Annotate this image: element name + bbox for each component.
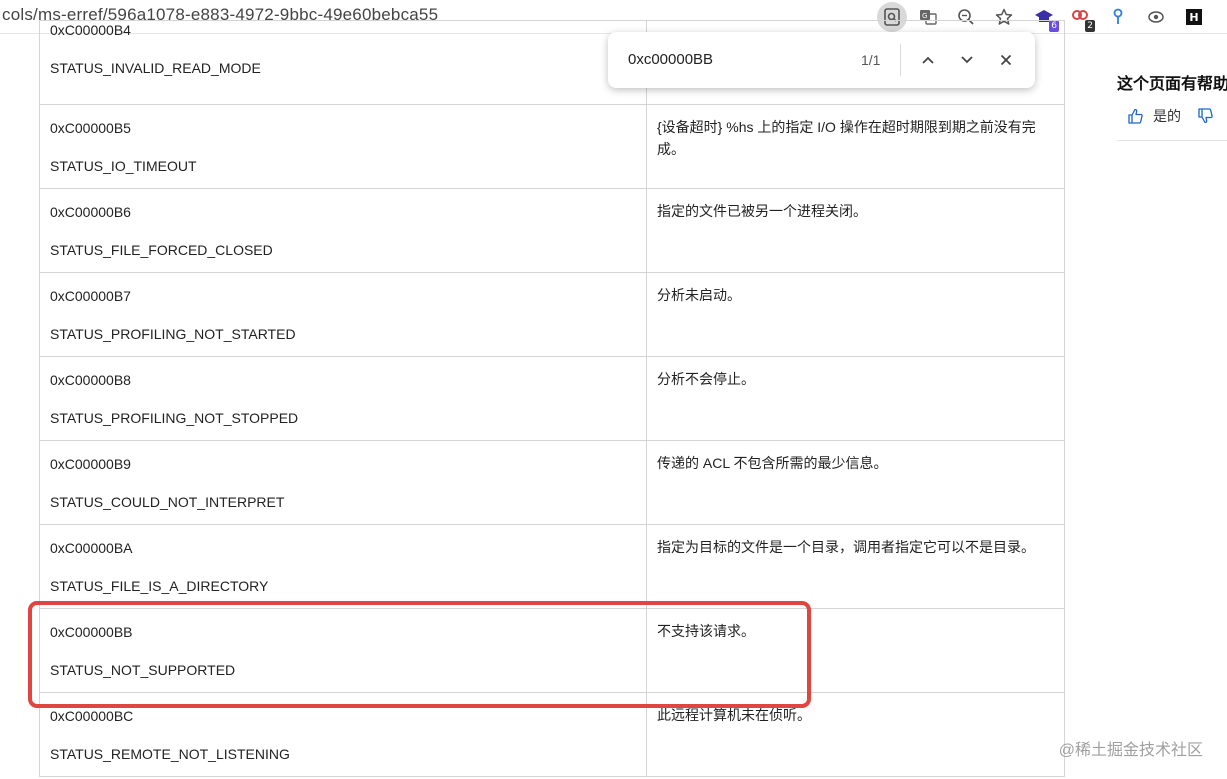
status-name: STATUS_FILE_IS_A_DIRECTORY: [50, 578, 269, 594]
code-cell: 0xC00000B7 STATUS_PROFILING_NOT_STARTED: [39, 272, 647, 357]
status-code-table: 0xC00000B4 STATUS_INVALID_READ_MODE 0xC0…: [39, 20, 1065, 777]
table-row: 0xC00000B5 STATUS_IO_TIMEOUT {设备超时} %hs …: [39, 104, 1065, 189]
extension-h-icon[interactable]: H: [1179, 2, 1209, 32]
description-cell: 不支持该请求。: [646, 608, 1065, 693]
find-close-button[interactable]: [992, 46, 1020, 74]
status-code: 0xC00000B8: [50, 372, 131, 388]
description-cell: 传递的 ACL 不包含所需的最少信息。: [646, 440, 1065, 525]
status-name: STATUS_COULD_NOT_INTERPRET: [50, 494, 285, 510]
find-next-button[interactable]: [953, 46, 981, 74]
code-cell: 0xC00000BB STATUS_NOT_SUPPORTED: [39, 608, 647, 693]
table-row: 0xC00000B6 STATUS_FILE_FORCED_CLOSED 指定的…: [39, 188, 1065, 273]
status-code: 0xC00000B5: [50, 120, 131, 136]
code-cell: 0xC00000B6 STATUS_FILE_FORCED_CLOSED: [39, 188, 647, 273]
code-cell: 0xC00000BA STATUS_FILE_IS_A_DIRECTORY: [39, 524, 647, 609]
close-icon: [1000, 54, 1012, 66]
status-name: STATUS_NOT_SUPPORTED: [50, 662, 236, 678]
find-input[interactable]: [628, 51, 838, 68]
code-cell: 0xC00000B4 STATUS_INVALID_READ_MODE: [39, 20, 647, 105]
status-code: 0xC00000B7: [50, 288, 131, 304]
table-row: 0xC00000BC STATUS_REMOTE_NOT_LISTENING 此…: [39, 692, 1065, 777]
code-cell: 0xC00000B8 STATUS_PROFILING_NOT_STOPPED: [39, 356, 647, 441]
status-name: STATUS_PROFILING_NOT_STOPPED: [50, 410, 299, 426]
description-cell: 分析不会停止。: [646, 356, 1065, 441]
find-match-count: 1/1: [861, 52, 881, 68]
description-cell: 此远程计算机未在侦听。: [646, 692, 1065, 777]
watermark: @稀土掘金技术社区: [1058, 742, 1203, 759]
feedback-divider: [1117, 140, 1227, 141]
status-code: 0xC00000BB: [50, 624, 133, 640]
extension-eye-icon[interactable]: [1141, 2, 1171, 32]
status-name: STATUS_INVALID_READ_MODE: [50, 60, 261, 76]
code-cell: 0xC00000B9 STATUS_COULD_NOT_INTERPRET: [39, 440, 647, 525]
thumbs-up-icon[interactable]: [1127, 108, 1143, 124]
status-code: 0xC00000B6: [50, 204, 131, 220]
status-name: STATUS_FILE_FORCED_CLOSED: [50, 242, 273, 258]
status-name: STATUS_IO_TIMEOUT: [50, 158, 197, 174]
status-code: 0xC00000B9: [50, 456, 131, 472]
find-previous-button[interactable]: [914, 46, 942, 74]
description-cell: 指定的文件已被另一个进程关闭。: [646, 188, 1065, 273]
table-row: 0xC00000BA STATUS_FILE_IS_A_DIRECTORY 指定…: [39, 524, 1065, 609]
chevron-up-icon: [922, 56, 934, 64]
extension-link-icon[interactable]: 2: [1065, 2, 1095, 32]
description-cell: 指定为目标的文件是一个目录，调用者指定它可以不是目录。: [646, 524, 1065, 609]
find-in-page-bar: 1/1: [608, 32, 1035, 88]
description-cell: {设备超时} %hs 上的指定 I/O 操作在超时期限到期之前没有完成。: [646, 104, 1065, 189]
status-name: STATUS_PROFILING_NOT_STARTED: [50, 326, 296, 342]
feedback-yes-button[interactable]: 是的: [1153, 106, 1181, 126]
find-divider: [900, 44, 901, 76]
page-feedback: 这个页面有帮助 是的: [1117, 70, 1227, 140]
extension-pin-icon[interactable]: [1103, 2, 1133, 32]
svg-text:G: G: [922, 12, 927, 20]
chevron-down-icon: [961, 56, 973, 64]
code-cell: 0xC00000BC STATUS_REMOTE_NOT_LISTENING: [39, 692, 647, 777]
thumbs-down-icon[interactable]: [1197, 108, 1213, 124]
table-row: 0xC00000B8 STATUS_PROFILING_NOT_STOPPED …: [39, 356, 1065, 441]
code-cell: 0xC00000B5 STATUS_IO_TIMEOUT: [39, 104, 647, 189]
table-row: 0xC00000B9 STATUS_COULD_NOT_INTERPRET 传递…: [39, 440, 1065, 525]
status-name: STATUS_REMOTE_NOT_LISTENING: [50, 746, 290, 762]
table-row-highlighted: 0xC00000BB STATUS_NOT_SUPPORTED 不支持该请求。: [39, 608, 1065, 693]
table-row: 0xC00000B7 STATUS_PROFILING_NOT_STARTED …: [39, 272, 1065, 357]
description-cell: 分析未启动。: [646, 272, 1065, 357]
status-code: 0xC00000B4: [50, 22, 131, 38]
feedback-options: 是的: [1127, 106, 1213, 126]
status-code: 0xC00000BA: [50, 540, 133, 556]
feedback-title: 这个页面有帮助: [1117, 76, 1227, 93]
extension-badge: 2: [1085, 20, 1095, 32]
status-code: 0xC00000BC: [50, 708, 134, 724]
